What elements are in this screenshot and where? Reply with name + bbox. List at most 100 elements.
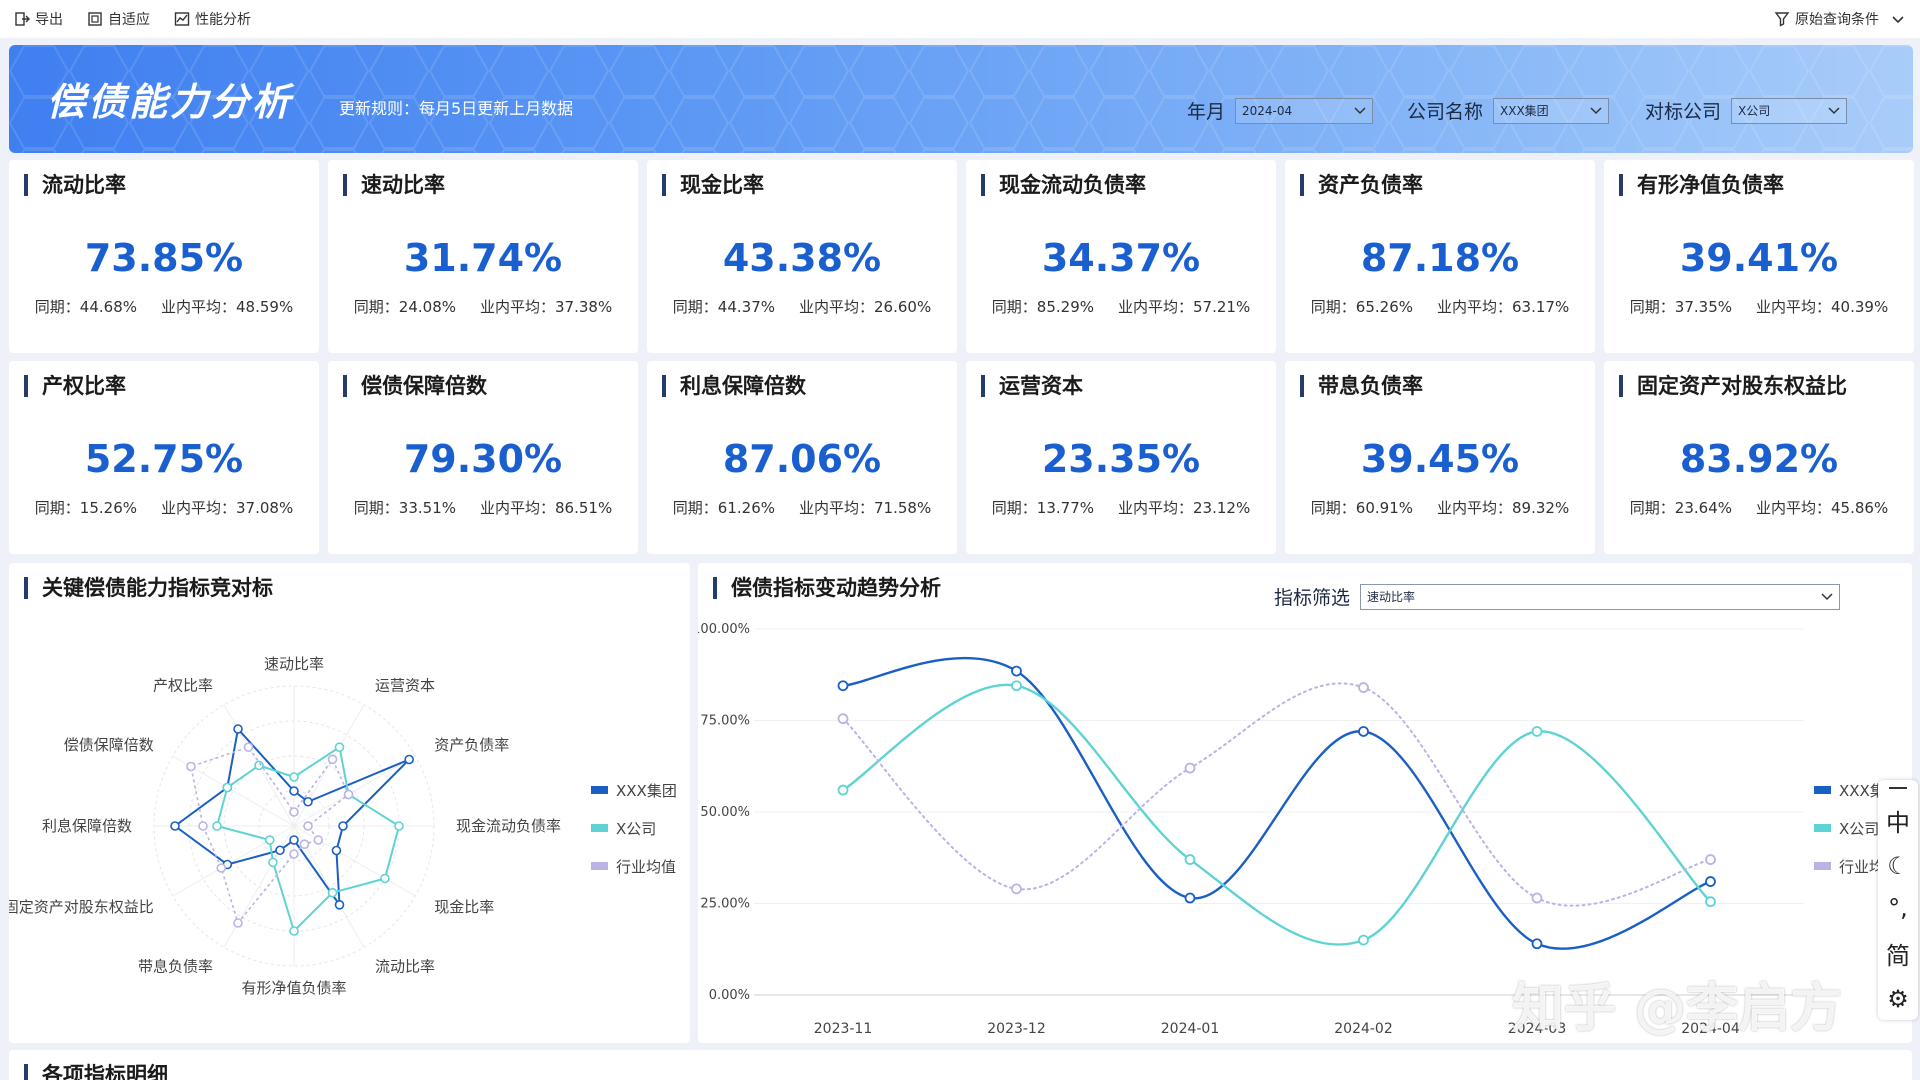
radar-axis-label: 产权比率 [153,677,213,695]
kpi-footer: 同期：60.91% 业内平均：89.32% [1285,497,1595,518]
kpi-footer: 同期：65.26% 业内平均：63.17% [1285,296,1595,317]
kpi-card: 有形净值负债率 39.41% 同期：37.35% 业内平均：40.39% [1604,160,1914,353]
kpi-card: 资产负债率 87.18% 同期：65.26% 业内平均：63.17% [1285,160,1595,353]
radar-point [233,724,243,734]
legend-item-benchmark[interactable]: X公司 [591,809,677,847]
radar-point [254,760,264,771]
line-point [837,680,849,692]
kpi-industry-avg: 业内平均：45.86% [1756,499,1889,517]
kpi-industry-avg: 业内平均：48.59% [161,298,294,316]
radar-point [216,863,227,873]
legend-swatch [1814,862,1831,870]
legend-item-company[interactable]: XXX集团 [591,771,677,809]
radar-point [268,857,278,868]
radar-point [289,926,299,936]
line-point [1184,892,1196,904]
kpi-footer: 同期：85.29% 业内平均：57.21% [966,296,1276,317]
kpi-value: 79.30% [403,437,563,481]
kpi-title: 有形净值负债率 [1619,174,1784,196]
page-title: 偿债能力分析 [47,80,294,124]
kpi-title: 固定资产对股东权益比 [1619,375,1847,397]
kpi-footer: 同期：15.26% 业内平均：37.08% [9,497,319,518]
radar-point [289,849,299,859]
raw-query-button[interactable]: 原始查询条件 [1774,9,1906,29]
radar-series-2 [190,746,350,925]
radar-point [327,754,338,765]
legend-label: 行业均值 [616,857,677,876]
kpi-title: 利息保障倍数 [662,375,806,397]
kpi-footer: 同期：24.08% 业内平均：37.38% [328,296,638,317]
radar-axis-label: 带息负债率 [138,957,213,975]
radar-point [243,742,254,752]
chart-icon [174,12,190,26]
legend-item-industry[interactable]: 行业均值 [591,847,677,885]
kpi-title: 现金流动负债率 [981,174,1146,196]
kpi-title: 运营资本 [981,375,1083,397]
raw-query-label: 原始查询条件 [1795,12,1879,28]
kpi-footer: 同期：33.51% 业内平均：86.51% [328,497,638,518]
perf-analysis-button[interactable]: 性能分析 [174,9,251,29]
kpi-yoy: 同期：24.08% [353,298,456,316]
kpi-yoy: 同期：13.77% [991,499,1094,517]
month-value: 2024-04 [1242,103,1293,118]
adaptive-button[interactable]: 自适应 [87,9,150,29]
line-point [1011,680,1022,692]
chevron-down-icon [1828,106,1840,114]
legend-swatch [1814,786,1831,794]
radar-point [186,761,196,772]
radar-chart: 速动比率运营资本资产负债率现金流动负债率现金比率流动比率有形净值负债率 带息负债率… [9,655,561,997]
kpi-industry-avg: 业内平均：89.32% [1437,499,1570,517]
radar-legend: XXX集团 X公司 行业均值 [591,771,677,885]
top-toolbar: 导出 自适应 性能分析 原始查询条件 [0,0,1920,38]
ime-minimize-icon[interactable] [1889,787,1907,789]
legend-label: X公司 [616,819,657,838]
export-button[interactable]: 导出 [14,9,63,29]
detail-panel-title: 各项指标明细 [24,1064,168,1080]
gear-icon[interactable]: ⚙ [1887,985,1909,1013]
kpi-title: 流动比率 [24,174,126,196]
kpi-yoy: 同期：23.64% [1629,499,1732,517]
benchmark-label: 对标公司 [1645,101,1722,123]
kpi-value: 34.37% [1041,236,1201,280]
radar-point [334,900,345,910]
update-rule-text: 更新规则：每月5日更新上月数据 [339,99,574,118]
radar-point [264,835,275,845]
line-point [1011,883,1022,895]
kpi-value: 31.74% [403,236,563,280]
radar-point [198,821,208,831]
radar-point [331,845,342,856]
kpi-yoy: 同期：15.26% [34,499,137,517]
radar-point [289,786,299,796]
kpi-card: 偿债保障倍数 79.30% 同期：33.51% 业内平均：86.51% [328,361,638,554]
kpi-value: 39.41% [1679,236,1839,280]
radar-series-0 [173,726,410,909]
kpi-title: 速动比率 [343,174,445,196]
ime-simplified-toggle[interactable]: 简 [1886,936,1910,971]
radar-point [404,754,414,765]
kpi-value: 73.85% [84,236,244,280]
legend-label: X公司 [1839,819,1880,838]
kpi-title: 偿债保障倍数 [343,375,487,397]
benchmark-select[interactable]: X公司 [1731,97,1848,124]
punctuation-icon[interactable]: °, [1888,894,1908,922]
y-tick-label: 0.00% [709,988,750,1003]
kpi-industry-avg: 业内平均：57.21% [1118,298,1251,316]
radar-axis-label: 现金比率 [434,898,494,916]
x-tick-label: 2023-11 [814,1021,873,1037]
kpi-card: 速动比率 31.74% 同期：24.08% 业内平均：37.38% [328,160,638,353]
ime-toolbar: 中 ☾ °, 简 ⚙ [1878,780,1918,1020]
filter-icon [1774,12,1790,27]
moon-icon[interactable]: ☾ [1887,852,1909,880]
ime-language-toggle[interactable]: 中 [1886,803,1910,838]
adaptive-icon [88,12,102,26]
chevron-down-icon [1354,106,1366,114]
company-select[interactable]: XXX集团 [1493,97,1610,124]
radar-axis-label: 速动比率 [264,655,324,673]
y-tick-label: 50.00% [700,805,750,820]
radar-axis-label: 偿债保障倍数 [64,736,154,754]
radar-point [343,789,354,800]
kpi-footer: 同期：37.35% 业内平均：40.39% [1604,296,1914,317]
radar-point [212,821,222,831]
radar-axis-label: 运营资本 [375,677,435,695]
month-select[interactable]: 2024-04 [1235,97,1374,124]
